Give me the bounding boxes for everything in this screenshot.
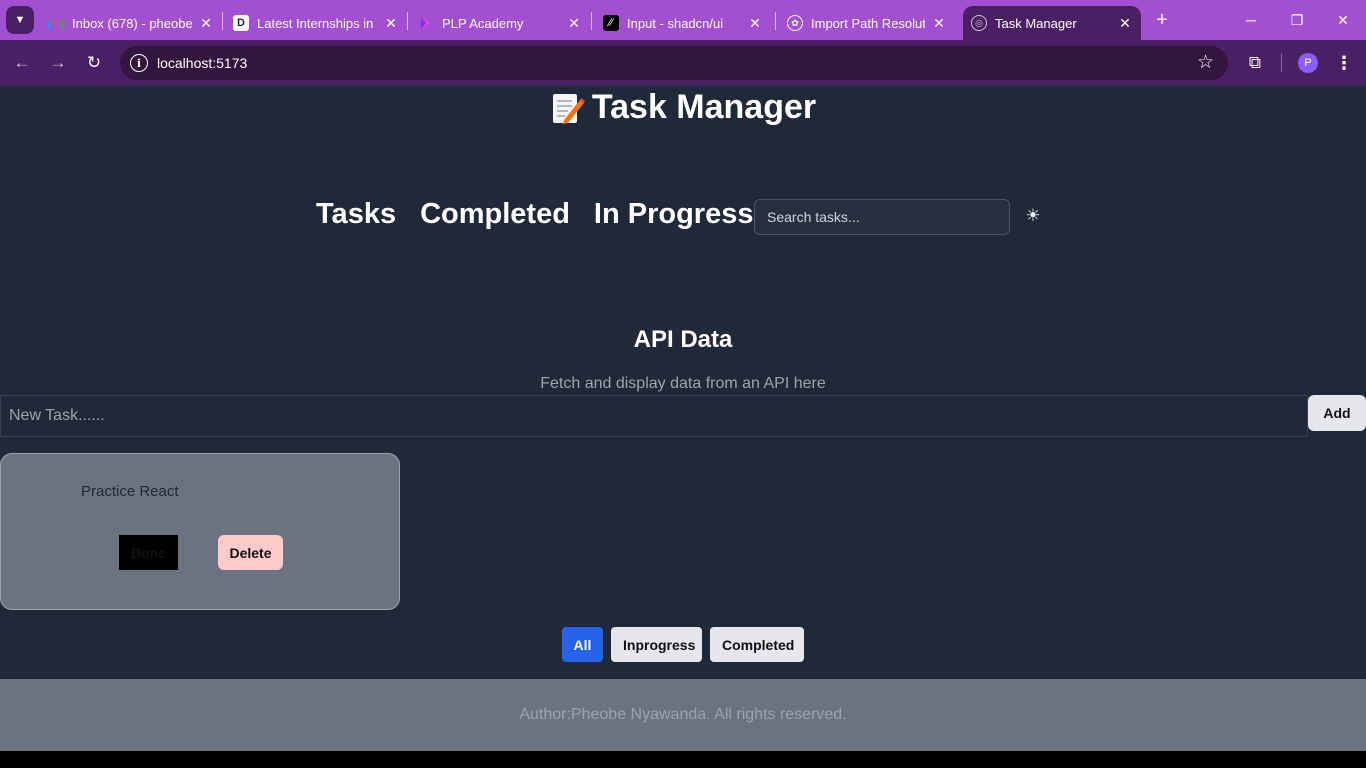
reload-icon: ↻	[86, 53, 102, 72]
restore-icon: ❐	[1290, 11, 1304, 28]
close-icon[interactable]: ✕	[198, 15, 214, 32]
kebab-menu-icon[interactable]: ⋮	[1332, 50, 1356, 76]
arrow-left-icon: ←	[13, 53, 31, 72]
avatar[interactable]: P	[1298, 53, 1318, 73]
tab-title: PLP Academy	[442, 15, 524, 31]
done-button[interactable]: Done	[119, 535, 178, 570]
internship-site-icon: D	[233, 15, 249, 31]
close-icon[interactable]: ✕	[1117, 15, 1133, 32]
footer: Author:Pheobe Nyawanda. All rights reser…	[0, 679, 1366, 751]
info-icon[interactable]: i	[130, 54, 148, 72]
new-tab-button[interactable]: +	[1150, 8, 1174, 32]
back-button[interactable]: ←	[8, 49, 36, 77]
page-title-text: Task Manager	[591, 88, 817, 126]
browser-tab-strip: ▼ Inbox (678) - pheobe ✕ D Latest Intern…	[0, 0, 1366, 40]
new-task-input[interactable]	[0, 395, 1308, 437]
star-icon[interactable]: ☆	[1197, 51, 1214, 74]
extensions-icon[interactable]: ⧉	[1242, 50, 1268, 76]
gmail-icon	[48, 15, 64, 31]
close-icon[interactable]: ✕	[747, 15, 763, 32]
url-text: localhost:5173	[157, 55, 248, 71]
shadcn-icon: ⁄⁄	[603, 15, 619, 31]
browser-toolbar: ← → ↻ i localhost:5173 ☆ ⧉ P ⋮	[0, 40, 1366, 86]
tab-separator	[591, 12, 592, 30]
globe-icon: ◎	[971, 15, 987, 31]
close-window-button[interactable]: ✕	[1320, 0, 1366, 40]
main-nav: Tasks Completed In Progress	[316, 198, 757, 231]
app-page: Task Manager Tasks Completed In Progress…	[0, 86, 1366, 751]
tab-title: Inbox (678) - pheobe	[72, 15, 192, 31]
page-title: Task Manager	[0, 88, 1366, 127]
profile-initial: P	[1304, 57, 1312, 69]
address-bar[interactable]: i localhost:5173 ☆	[120, 46, 1228, 80]
tab-title: Latest Internships in K	[257, 15, 377, 31]
tab-separator	[775, 12, 776, 30]
minimize-button[interactable]: ─	[1228, 0, 1274, 40]
close-icon[interactable]: ✕	[931, 15, 947, 32]
chatgpt-icon: ✿	[787, 15, 803, 31]
forward-button[interactable]: →	[44, 49, 72, 77]
toolbar-divider	[1281, 54, 1282, 72]
browser-tab-internships[interactable]: D Latest Internships in K ✕	[225, 6, 407, 40]
sun-icon[interactable]: ☀	[1022, 205, 1044, 227]
arrow-right-icon: →	[49, 53, 67, 72]
browser-tab-task-manager[interactable]: ◎ Task Manager ✕	[963, 6, 1141, 40]
browser-tab-chatgpt[interactable]: ✿ Import Path Resolutio ✕	[779, 6, 955, 40]
restore-button[interactable]: ❐	[1274, 0, 1320, 40]
footer-text: Author:Pheobe Nyawanda. All rights reser…	[519, 706, 847, 723]
delete-button[interactable]: Delete	[218, 535, 283, 570]
api-section-title: API Data	[633, 326, 733, 353]
search-input[interactable]	[754, 199, 1010, 235]
tab-title: Input - shadcn/ui	[627, 15, 724, 31]
task-text: Practice React	[81, 483, 179, 500]
plp-icon	[418, 15, 434, 31]
browser-tab-gmail[interactable]: Inbox (678) - pheobe ✕	[40, 6, 222, 40]
theme-toggle-glyph: ☀	[1025, 206, 1041, 225]
browser-tab-plp[interactable]: PLP Academy ✕	[410, 6, 590, 40]
nav-link-in-progress[interactable]: In Progress	[594, 198, 754, 231]
close-icon: ✕	[1337, 11, 1349, 28]
nav-link-tasks[interactable]: Tasks	[316, 198, 396, 231]
minimize-icon: ─	[1246, 12, 1256, 28]
browser-tab-shadcn[interactable]: ⁄⁄ Input - shadcn/ui ✕	[595, 6, 771, 40]
tab-title: Import Path Resolutio	[811, 15, 925, 31]
nav-link-completed[interactable]: Completed	[420, 198, 570, 231]
tab-title: Task Manager	[995, 15, 1077, 31]
reload-button[interactable]: ↻	[80, 49, 108, 77]
chevron-down-icon: ▼	[14, 14, 26, 26]
close-icon[interactable]: ✕	[566, 15, 582, 32]
close-icon[interactable]: ✕	[383, 15, 399, 32]
plus-icon: +	[1156, 8, 1168, 31]
add-task-button[interactable]: Add	[1308, 395, 1366, 431]
task-filters: All Inprogress Completed	[562, 627, 804, 662]
filter-completed-button[interactable]: Completed	[710, 627, 804, 662]
tab-separator	[222, 12, 223, 30]
task-card: Practice React Done Delete	[0, 453, 400, 610]
filter-all-button[interactable]: All	[562, 627, 603, 662]
memo-icon	[550, 90, 586, 126]
api-section-description: Fetch and display data from an API here	[540, 375, 826, 392]
filter-inprogress-button[interactable]: Inprogress	[611, 627, 702, 662]
tab-separator	[407, 12, 408, 30]
tab-search-button[interactable]: ▼	[6, 6, 34, 34]
